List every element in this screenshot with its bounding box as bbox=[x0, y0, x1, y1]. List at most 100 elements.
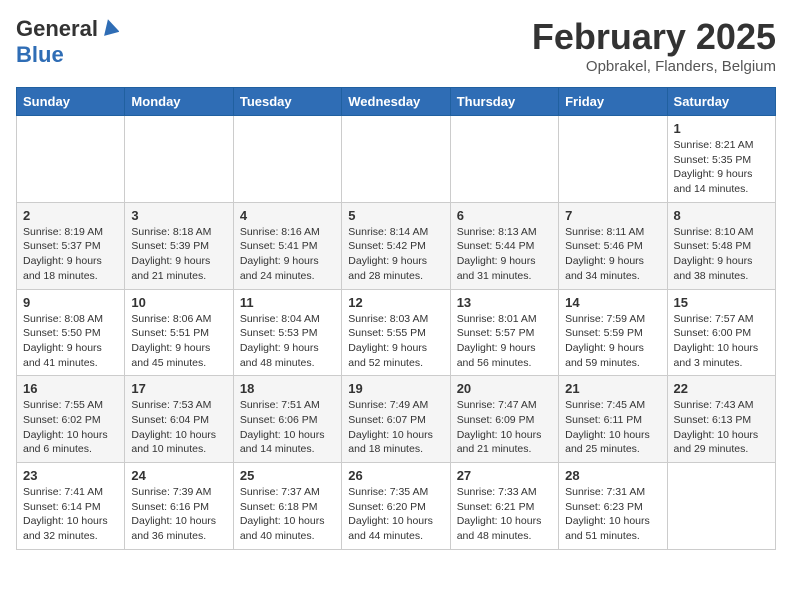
day-info: Sunrise: 8:19 AM Sunset: 5:37 PM Dayligh… bbox=[23, 225, 118, 284]
day-number: 11 bbox=[240, 295, 335, 310]
day-info: Sunrise: 7:45 AM Sunset: 6:11 PM Dayligh… bbox=[565, 398, 660, 457]
title-area: February 2025 Opbrakel, Flanders, Belgiu… bbox=[532, 16, 776, 75]
day-number: 23 bbox=[23, 468, 118, 483]
calendar-cell: 3 Sunrise: 8:18 AM Sunset: 5:39 PM Daylig… bbox=[125, 202, 233, 289]
calendar-cell: 6 Sunrise: 8:13 AM Sunset: 5:44 PM Daylig… bbox=[450, 202, 558, 289]
day-info: Sunrise: 8:06 AM Sunset: 5:51 PM Dayligh… bbox=[131, 312, 226, 371]
calendar-cell: 12 Sunrise: 8:03 AM Sunset: 5:55 PM Dayli… bbox=[342, 289, 450, 376]
calendar-cell: 15Sunrise: 7:57 AM Sunset: 6:00 PM Dayli… bbox=[667, 289, 775, 376]
calendar-week-row: 1Sunrise: 8:21 AM Sunset: 5:35 PM Daylig… bbox=[17, 116, 776, 203]
calendar-week-row: 2 Sunrise: 8:19 AM Sunset: 5:37 PM Daylig… bbox=[17, 202, 776, 289]
day-number: 3 bbox=[131, 208, 226, 223]
day-number: 21 bbox=[565, 381, 660, 396]
calendar-cell: 25 Sunrise: 7:37 AM Sunset: 6:18 PM Dayli… bbox=[233, 463, 341, 550]
calendar-cell bbox=[559, 116, 667, 203]
day-info: Sunrise: 8:13 AM Sunset: 5:44 PM Dayligh… bbox=[457, 225, 552, 284]
day-number: 18 bbox=[240, 381, 335, 396]
day-number: 26 bbox=[348, 468, 443, 483]
day-number: 9 bbox=[23, 295, 118, 310]
calendar-cell: 23 Sunrise: 7:41 AM Sunset: 6:14 PM Dayli… bbox=[17, 463, 125, 550]
calendar-cell: 17 Sunrise: 7:53 AM Sunset: 6:04 PM Dayli… bbox=[125, 376, 233, 463]
day-number: 4 bbox=[240, 208, 335, 223]
day-info: Sunrise: 8:16 AM Sunset: 5:41 PM Dayligh… bbox=[240, 225, 335, 284]
calendar-table: SundayMondayTuesdayWednesdayThursdayFrid… bbox=[16, 87, 776, 550]
calendar-cell bbox=[342, 116, 450, 203]
day-info: Sunrise: 8:14 AM Sunset: 5:42 PM Dayligh… bbox=[348, 225, 443, 284]
day-info: Sunrise: 7:59 AM Sunset: 5:59 PM Dayligh… bbox=[565, 312, 660, 371]
calendar-cell: 20 Sunrise: 7:47 AM Sunset: 6:09 PM Dayli… bbox=[450, 376, 558, 463]
day-number: 25 bbox=[240, 468, 335, 483]
calendar-body: 1Sunrise: 8:21 AM Sunset: 5:35 PM Daylig… bbox=[17, 116, 776, 550]
day-number: 12 bbox=[348, 295, 443, 310]
day-number: 27 bbox=[457, 468, 552, 483]
calendar-cell bbox=[125, 116, 233, 203]
calendar-cell: 2 Sunrise: 8:19 AM Sunset: 5:37 PM Daylig… bbox=[17, 202, 125, 289]
day-number: 7 bbox=[565, 208, 660, 223]
day-number: 5 bbox=[348, 208, 443, 223]
calendar-cell: 14 Sunrise: 7:59 AM Sunset: 5:59 PM Dayli… bbox=[559, 289, 667, 376]
day-number: 24 bbox=[131, 468, 226, 483]
day-number: 22 bbox=[674, 381, 769, 396]
day-info: Sunrise: 7:41 AM Sunset: 6:14 PM Dayligh… bbox=[23, 485, 118, 544]
calendar-cell: 13 Sunrise: 8:01 AM Sunset: 5:57 PM Dayli… bbox=[450, 289, 558, 376]
calendar-header-saturday: Saturday bbox=[667, 88, 775, 116]
day-info: Sunrise: 8:11 AM Sunset: 5:46 PM Dayligh… bbox=[565, 225, 660, 284]
day-number: 8 bbox=[674, 208, 769, 223]
day-info: Sunrise: 8:08 AM Sunset: 5:50 PM Dayligh… bbox=[23, 312, 118, 371]
day-info: Sunrise: 8:10 AM Sunset: 5:48 PM Dayligh… bbox=[674, 225, 769, 284]
day-number: 10 bbox=[131, 295, 226, 310]
day-info: Sunrise: 7:31 AM Sunset: 6:23 PM Dayligh… bbox=[565, 485, 660, 544]
calendar-cell: 28 Sunrise: 7:31 AM Sunset: 6:23 PM Dayli… bbox=[559, 463, 667, 550]
day-info: Sunrise: 7:53 AM Sunset: 6:04 PM Dayligh… bbox=[131, 398, 226, 457]
page-header: General Blue February 2025 Opbrakel, Fla… bbox=[16, 16, 776, 75]
calendar-header-sunday: Sunday bbox=[17, 88, 125, 116]
calendar-header-wednesday: Wednesday bbox=[342, 88, 450, 116]
day-number: 16 bbox=[23, 381, 118, 396]
day-number: 6 bbox=[457, 208, 552, 223]
calendar-cell: 5 Sunrise: 8:14 AM Sunset: 5:42 PM Daylig… bbox=[342, 202, 450, 289]
calendar-cell: 8 Sunrise: 8:10 AM Sunset: 5:48 PM Daylig… bbox=[667, 202, 775, 289]
day-number: 28 bbox=[565, 468, 660, 483]
day-number: 13 bbox=[457, 295, 552, 310]
calendar-header-friday: Friday bbox=[559, 88, 667, 116]
calendar-cell: 9 Sunrise: 8:08 AM Sunset: 5:50 PM Daylig… bbox=[17, 289, 125, 376]
day-number: 15 bbox=[674, 295, 769, 310]
calendar-header-row: SundayMondayTuesdayWednesdayThursdayFrid… bbox=[17, 88, 776, 116]
day-info: Sunrise: 8:03 AM Sunset: 5:55 PM Dayligh… bbox=[348, 312, 443, 371]
calendar-week-row: 23 Sunrise: 7:41 AM Sunset: 6:14 PM Dayli… bbox=[17, 463, 776, 550]
calendar-cell: 22 Sunrise: 7:43 AM Sunset: 6:13 PM Dayli… bbox=[667, 376, 775, 463]
day-number: 20 bbox=[457, 381, 552, 396]
calendar-cell: 21 Sunrise: 7:45 AM Sunset: 6:11 PM Dayli… bbox=[559, 376, 667, 463]
day-number: 14 bbox=[565, 295, 660, 310]
calendar-week-row: 9 Sunrise: 8:08 AM Sunset: 5:50 PM Daylig… bbox=[17, 289, 776, 376]
calendar-cell: 7 Sunrise: 8:11 AM Sunset: 5:46 PM Daylig… bbox=[559, 202, 667, 289]
calendar-cell: 19Sunrise: 7:49 AM Sunset: 6:07 PM Dayli… bbox=[342, 376, 450, 463]
calendar-cell: 4 Sunrise: 8:16 AM Sunset: 5:41 PM Daylig… bbox=[233, 202, 341, 289]
day-info: Sunrise: 7:47 AM Sunset: 6:09 PM Dayligh… bbox=[457, 398, 552, 457]
month-title: February 2025 bbox=[532, 16, 776, 58]
calendar-week-row: 16Sunrise: 7:55 AM Sunset: 6:02 PM Dayli… bbox=[17, 376, 776, 463]
day-info: Sunrise: 7:33 AM Sunset: 6:21 PM Dayligh… bbox=[457, 485, 552, 544]
calendar-cell: 18 Sunrise: 7:51 AM Sunset: 6:06 PM Dayli… bbox=[233, 376, 341, 463]
day-info: Sunrise: 7:43 AM Sunset: 6:13 PM Dayligh… bbox=[674, 398, 769, 457]
day-info: Sunrise: 7:51 AM Sunset: 6:06 PM Dayligh… bbox=[240, 398, 335, 457]
day-info: Sunrise: 7:39 AM Sunset: 6:16 PM Dayligh… bbox=[131, 485, 226, 544]
calendar-header-thursday: Thursday bbox=[450, 88, 558, 116]
day-number: 17 bbox=[131, 381, 226, 396]
logo-triangle-icon bbox=[101, 18, 119, 41]
calendar-cell: 16Sunrise: 7:55 AM Sunset: 6:02 PM Dayli… bbox=[17, 376, 125, 463]
day-info: Sunrise: 7:37 AM Sunset: 6:18 PM Dayligh… bbox=[240, 485, 335, 544]
logo: General Blue bbox=[16, 16, 119, 68]
day-info: Sunrise: 8:01 AM Sunset: 5:57 PM Dayligh… bbox=[457, 312, 552, 371]
day-info: Sunrise: 8:18 AM Sunset: 5:39 PM Dayligh… bbox=[131, 225, 226, 284]
calendar-cell: 26Sunrise: 7:35 AM Sunset: 6:20 PM Dayli… bbox=[342, 463, 450, 550]
calendar-header-tuesday: Tuesday bbox=[233, 88, 341, 116]
calendar-cell: 11Sunrise: 8:04 AM Sunset: 5:53 PM Dayli… bbox=[233, 289, 341, 376]
day-info: Sunrise: 7:49 AM Sunset: 6:07 PM Dayligh… bbox=[348, 398, 443, 457]
calendar-cell: 10 Sunrise: 8:06 AM Sunset: 5:51 PM Dayli… bbox=[125, 289, 233, 376]
location-text: Opbrakel, Flanders, Belgium bbox=[532, 58, 776, 75]
calendar-cell: 1Sunrise: 8:21 AM Sunset: 5:35 PM Daylig… bbox=[667, 116, 775, 203]
calendar-cell bbox=[450, 116, 558, 203]
calendar-cell bbox=[233, 116, 341, 203]
day-number: 2 bbox=[23, 208, 118, 223]
